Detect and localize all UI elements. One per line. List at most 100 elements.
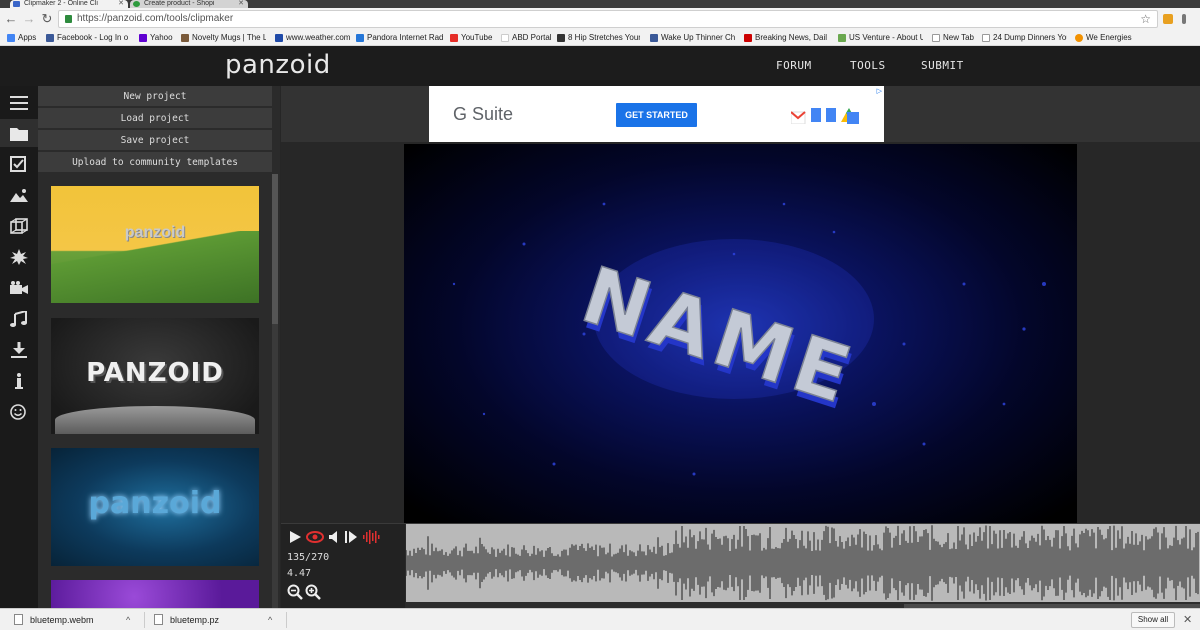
save-project-button[interactable]: Save project [38,130,272,151]
bookmark-dump-dinners[interactable]: 24 Dump Dinners You [981,30,1067,45]
download-filename: bluetemp.pz [170,615,220,625]
nav-tools[interactable]: TOOLS [850,59,886,72]
template-thumbnail[interactable]: PANZOID [51,318,259,434]
bookmark-apps[interactable]: Apps [6,30,36,45]
tab-clipmaker[interactable]: Clipmaker 2 - Online Cli ✕ [10,0,128,8]
bookmark-yahoo[interactable]: Yahoo [138,30,173,45]
load-project-button[interactable]: Load project [38,108,272,129]
show-all-button[interactable]: Show all [1131,612,1175,628]
waveform-icon[interactable] [362,530,380,544]
project-panel: New project Load project Save project Up… [38,86,280,608]
apps-grid-icon [7,34,15,42]
bookmark-weather[interactable]: www.weather.com [274,30,350,45]
new-project-button[interactable]: New project [38,86,272,107]
cube-icon [10,218,28,234]
tab-shopify[interactable]: Create product - Shopi ✕ [130,0,248,8]
page-icon [982,34,990,42]
time-readout: 4.47 [287,568,312,579]
camera-tool[interactable] [0,274,38,302]
mug-icon [181,34,189,42]
3d-object-tool[interactable] [0,212,38,240]
google-apps-icons [791,108,859,124]
facebook-icon [650,34,658,42]
download-icon [11,342,27,358]
venture-icon [838,34,846,42]
panzoid-logo[interactable]: panzoid [225,50,331,80]
bookmark-breaking-news[interactable]: Breaking News, Daily [743,30,827,45]
site-header: panzoid FORUM TOOLS SUBMIT [0,46,1200,86]
cnn-icon [744,34,752,42]
close-downloads-icon[interactable]: ✕ [1183,609,1192,630]
background-tool[interactable] [0,181,38,209]
bookmark-star-icon[interactable]: ☆ [1140,11,1151,27]
feedback-tool[interactable] [0,398,38,426]
forward-icon[interactable]: → [22,11,36,27]
effects-tool[interactable] [0,243,38,271]
audio-waveform[interactable] [406,524,1200,602]
reload-icon[interactable]: ↻ [40,11,54,27]
playback-controls: 135/270 4.47 [281,524,405,609]
bookmark-we-energies[interactable]: We Energies [1074,30,1132,45]
bookmark-us-venture[interactable]: US Venture - About U [837,30,923,45]
upload-template-button[interactable]: Upload to community templates [38,152,272,173]
download-item[interactable]: bluetemp.webm [12,609,94,630]
eye-icon[interactable] [306,530,324,544]
volume-icon[interactable] [328,530,342,544]
settings-tool[interactable] [0,150,38,178]
bookmark-novelty-mugs[interactable]: Novelty Mugs | The L [180,30,266,45]
tab-title: Create product - Shopi [144,0,215,7]
render-tool[interactable] [0,336,38,364]
template-thumbnail[interactable] [51,580,259,608]
article-icon [557,34,565,42]
preview-canvas[interactable]: NAME NAME [404,144,1077,523]
lock-icon [65,15,72,23]
divider [286,612,287,628]
bookmark-wake-up-thinner[interactable]: Wake Up Thinner Cha [649,30,735,45]
bookmark-pandora[interactable]: Pandora Internet Radi [355,30,443,45]
panel-scroll-thumb[interactable] [272,174,278,324]
download-item[interactable]: bluetemp.pz [152,609,219,630]
bookmark-youtube[interactable]: YouTube [449,30,492,45]
ad-strip: G Suite GET STARTED ▷ [281,86,1200,142]
ad-get-started-button[interactable]: GET STARTED [616,103,697,127]
menu-icon [10,96,28,110]
thumbnail-stage [55,406,255,434]
chrome-menu-icon[interactable] [1182,14,1186,24]
file-icon [154,614,163,625]
nav-submit[interactable]: SUBMIT [921,59,964,72]
template-title: PANZOID [86,358,224,388]
bookmark-new-tab[interactable]: New Tab [931,30,974,45]
bookmark-facebook[interactable]: Facebook - Log In or [45,30,128,45]
waveform-graphic [406,525,1199,601]
download-options-caret-icon[interactable]: ^ [268,609,272,630]
portal-icon [501,34,509,42]
close-tab-icon[interactable]: ✕ [118,0,124,8]
bookmark-abd-portal[interactable]: ABD Portal [500,30,552,45]
nav-forum[interactable]: FORUM [776,59,812,72]
zoom-out-icon[interactable] [287,584,303,600]
play-icon[interactable] [288,530,302,544]
zoom-in-icon[interactable] [305,584,321,600]
folder-icon [10,128,28,141]
downloads-bar: bluetemp.webm ^ bluetemp.pz ^ Show all ✕ [0,608,1200,630]
template-thumbnail[interactable]: panzoid [51,448,259,566]
ad-banner[interactable]: G Suite GET STARTED ▷ [429,86,884,142]
audio-tool[interactable] [0,305,38,333]
panel-scrollbar[interactable] [272,174,278,608]
url-text: https://panzoid.com/tools/clipmaker [77,13,234,24]
panzoid-favicon [13,1,20,7]
divider [144,612,145,628]
smiley-icon [10,404,26,420]
menu-button[interactable] [0,88,38,116]
project-tool[interactable] [0,119,38,147]
download-options-caret-icon[interactable]: ^ [126,609,130,630]
back-icon[interactable]: ← [4,11,18,27]
info-tool[interactable] [0,367,38,395]
extension-icon[interactable] [1163,14,1173,24]
adchoices-icon[interactable]: ▷ [877,87,882,95]
bookmark-hip-stretches[interactable]: 8 Hip Stretches Your [556,30,640,45]
close-tab-icon[interactable]: ✕ [238,0,244,8]
template-thumbnail[interactable]: panzoid [51,186,259,303]
url-field[interactable]: https://panzoid.com/tools/clipmaker ☆ [58,10,1158,28]
step-forward-icon[interactable] [344,530,358,544]
